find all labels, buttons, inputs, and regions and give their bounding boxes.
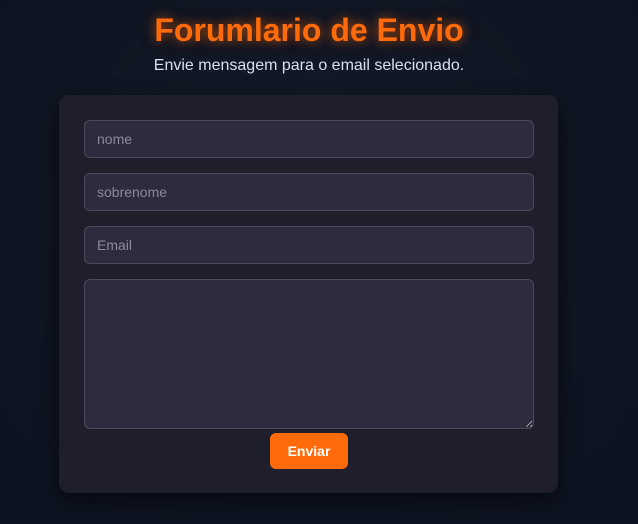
page-subtitle: Envie mensagem para o email selecionado. <box>153 57 465 74</box>
page-title: Forumlario de Envio <box>154 12 464 48</box>
sobrenome-input[interactable] <box>84 173 534 211</box>
email-input[interactable] <box>84 226 534 264</box>
contact-form-card: Enviar <box>59 95 558 493</box>
send-button[interactable]: Enviar <box>270 433 348 469</box>
message-textarea[interactable] <box>84 279 534 429</box>
nome-input[interactable] <box>84 120 534 158</box>
